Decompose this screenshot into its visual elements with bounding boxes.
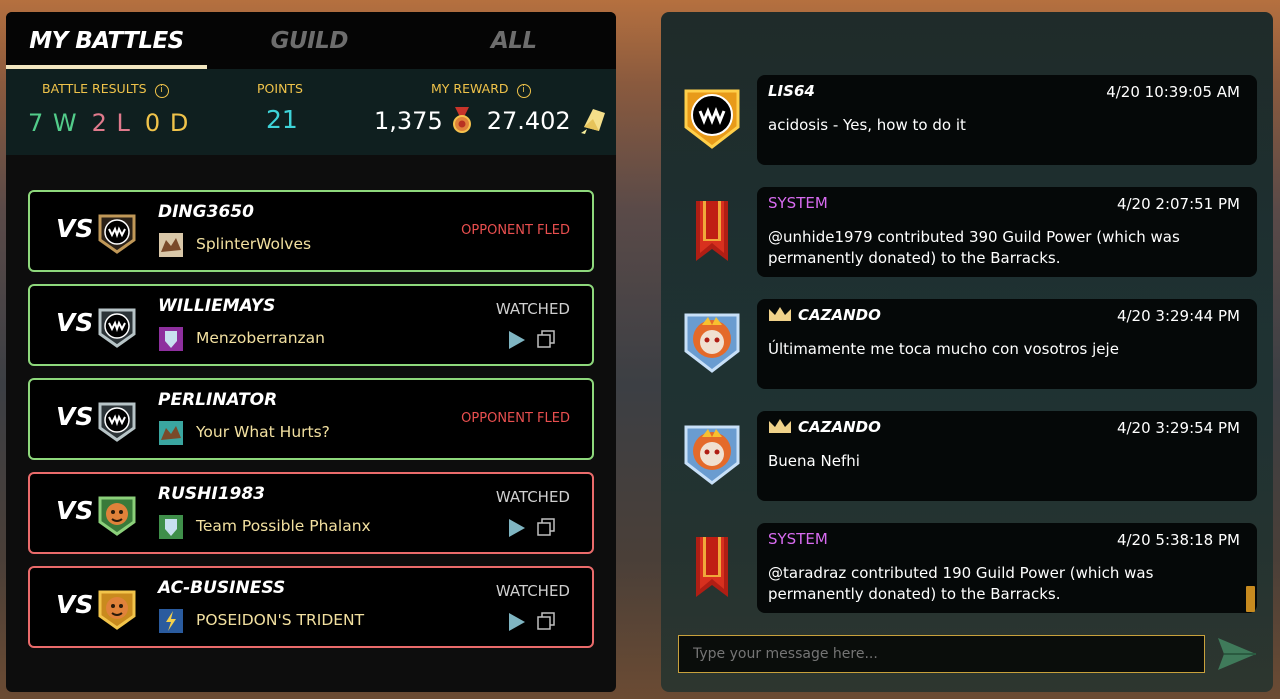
info-icon[interactable]: i — [154, 84, 169, 98]
message-bubble: CAZANDO 4/20 3:29:44 PM Últimamente me t… — [757, 299, 1257, 389]
vs-label: VS — [56, 214, 94, 243]
reward-values: 1,375 27.402 — [374, 107, 607, 135]
opponent-avatar — [98, 496, 136, 536]
message-timestamp: 4/20 3:29:54 PM — [1116, 419, 1240, 437]
opponent-avatar — [98, 402, 136, 442]
guild-member-avatar — [684, 89, 740, 149]
message-bubble: SYSTEM 4/20 2:07:51 PM @unhide1979 contr… — [757, 187, 1257, 277]
my-reward-label: MY REWARD i — [431, 81, 531, 98]
tab-bar: MY BATTLES GUILD ALL — [6, 12, 616, 69]
battle-status: OPPONENT FLED — [461, 411, 570, 426]
message-timestamp: 4/20 3:29:44 PM — [1116, 307, 1240, 325]
crown-shard-icon — [580, 109, 605, 134]
message-bubble: CAZANDO 4/20 3:29:54 PM Buena Nefhi — [757, 411, 1257, 501]
vs-label: VS — [56, 308, 94, 337]
message-text: Buena Nefhi — [768, 452, 860, 470]
guild-icon — [159, 421, 183, 445]
opponent-name[interactable]: RUSHI1983 — [158, 484, 265, 504]
sender-name: SYSTEM — [768, 530, 828, 548]
battle-status: OPPONENT FLED — [461, 223, 570, 238]
battle-status: WATCHED — [495, 488, 570, 506]
losses-count: 2 L — [91, 109, 131, 137]
battle-row[interactable]: VS AC-BUSINESS POSEIDON'S TRIDENT WATCHE… — [28, 566, 594, 648]
stats-bar: BATTLE RESULTS i 7 W 2 L 0 D POINTS 21 MY R… — [6, 69, 616, 155]
chat-message: LIS64 4/20 10:39:05 AM acidosis - Yes, h… — [676, 75, 1262, 165]
chat-scrollbar[interactable] — [1246, 586, 1255, 612]
tab-all[interactable]: ALL — [412, 12, 617, 69]
system-banner-icon — [696, 537, 728, 597]
guild-member-avatar — [684, 313, 740, 373]
message-text: @taradraz contributed 190 Guild Power (w… — [768, 564, 1154, 603]
guild-icon — [159, 515, 183, 539]
crown-icon — [769, 419, 791, 433]
guild-icon — [159, 233, 183, 257]
system-banner-icon — [696, 201, 728, 261]
copy-icon[interactable] — [537, 330, 555, 348]
merits-medal-icon — [452, 107, 471, 133]
sender-name[interactable]: CAZANDO — [768, 418, 881, 436]
battle-row[interactable]: VS RUSHI1983 Team Possible Phalanx WATCH… — [28, 472, 594, 554]
copy-icon[interactable] — [537, 612, 555, 630]
battle-status: WATCHED — [495, 582, 570, 600]
message-timestamp: 4/20 10:39:05 AM — [1106, 83, 1240, 101]
battle-row[interactable]: VS WILLIEMAYS Menzoberranzan WATCHED — [28, 284, 594, 366]
battles-panel: MY BATTLES GUILD ALL BATTLE RESULTS i 7 W… — [6, 12, 616, 692]
chat-message-input[interactable] — [678, 635, 1205, 673]
chat-message: CAZANDO 4/20 3:29:44 PM Últimamente me t… — [676, 299, 1262, 389]
message-bubble: SYSTEM 4/20 5:38:18 PM @taradraz contrib… — [757, 523, 1257, 613]
draws-count: 0 D — [144, 109, 190, 137]
battle-list: VS DING3650 SplinterWolves OPPONENT FLED… — [6, 155, 616, 648]
opponent-name[interactable]: DING3650 — [158, 202, 254, 222]
points-value: 21 — [266, 105, 298, 134]
guild-icon — [159, 609, 183, 633]
send-icon[interactable] — [1216, 636, 1258, 672]
sender-name[interactable]: CAZANDO — [768, 306, 881, 324]
crown-icon — [769, 307, 791, 321]
chat-message: SYSTEM 4/20 5:38:18 PM @taradraz contrib… — [676, 523, 1262, 613]
points-label: POINTS — [257, 81, 303, 96]
message-timestamp: 4/20 2:07:51 PM — [1116, 195, 1240, 213]
battle-results-values: 7 W 2 L 0 D — [28, 109, 203, 137]
opponent-avatar — [98, 214, 136, 254]
battle-results-label: BATTLE RESULTS i — [42, 81, 169, 98]
reward-merits: 1,375 — [374, 107, 443, 135]
message-bubble: LIS64 4/20 10:39:05 AM acidosis - Yes, h… — [757, 75, 1257, 165]
opponent-name[interactable]: AC-BUSINESS — [158, 578, 285, 598]
chat-message: CAZANDO 4/20 3:29:54 PM Buena Nefhi — [676, 411, 1262, 501]
play-icon[interactable] — [508, 518, 526, 538]
message-text: @unhide1979 contributed 390 Guild Power … — [768, 228, 1180, 267]
message-text: Últimamente me toca mucho con vosotros j… — [768, 340, 1119, 358]
opponent-guild: Your What Hurts? — [196, 423, 330, 441]
message-timestamp: 4/20 5:38:18 PM — [1116, 531, 1240, 549]
battle-row[interactable]: VS PERLINATOR Your What Hurts? OPPONENT … — [28, 378, 594, 460]
tab-guild[interactable]: GUILD — [207, 12, 412, 69]
reward-crowns: 27.402 — [486, 107, 571, 135]
guild-icon — [159, 327, 183, 351]
tab-my-battles[interactable]: MY BATTLES — [6, 12, 207, 69]
info-icon[interactable]: i — [516, 84, 531, 98]
vs-label: VS — [56, 402, 94, 431]
vs-label: VS — [56, 496, 94, 525]
opponent-guild: POSEIDON'S TRIDENT — [196, 611, 365, 629]
play-icon[interactable] — [508, 612, 526, 632]
opponent-guild: SplinterWolves — [196, 235, 312, 253]
sender-name: SYSTEM — [768, 194, 828, 212]
wins-count: 7 W — [28, 109, 78, 137]
vs-label: VS — [56, 590, 94, 619]
opponent-name[interactable]: WILLIEMAYS — [158, 296, 275, 316]
opponent-guild: Menzoberranzan — [196, 329, 325, 347]
opponent-guild: Team Possible Phalanx — [196, 517, 371, 535]
opponent-avatar — [98, 590, 136, 630]
battle-row[interactable]: VS DING3650 SplinterWolves OPPONENT FLED — [28, 190, 594, 272]
opponent-avatar — [98, 308, 136, 348]
chat-message: SYSTEM 4/20 2:07:51 PM @unhide1979 contr… — [676, 187, 1262, 277]
sender-name[interactable]: LIS64 — [768, 82, 815, 100]
opponent-name[interactable]: PERLINATOR — [158, 390, 277, 410]
message-text: acidosis - Yes, how to do it — [768, 116, 966, 134]
battle-status: WATCHED — [495, 300, 570, 318]
play-icon[interactable] — [508, 330, 526, 350]
copy-icon[interactable] — [537, 518, 555, 536]
chat-panel: LIS64 4/20 10:39:05 AM acidosis - Yes, h… — [661, 12, 1273, 692]
guild-member-avatar — [684, 425, 740, 485]
